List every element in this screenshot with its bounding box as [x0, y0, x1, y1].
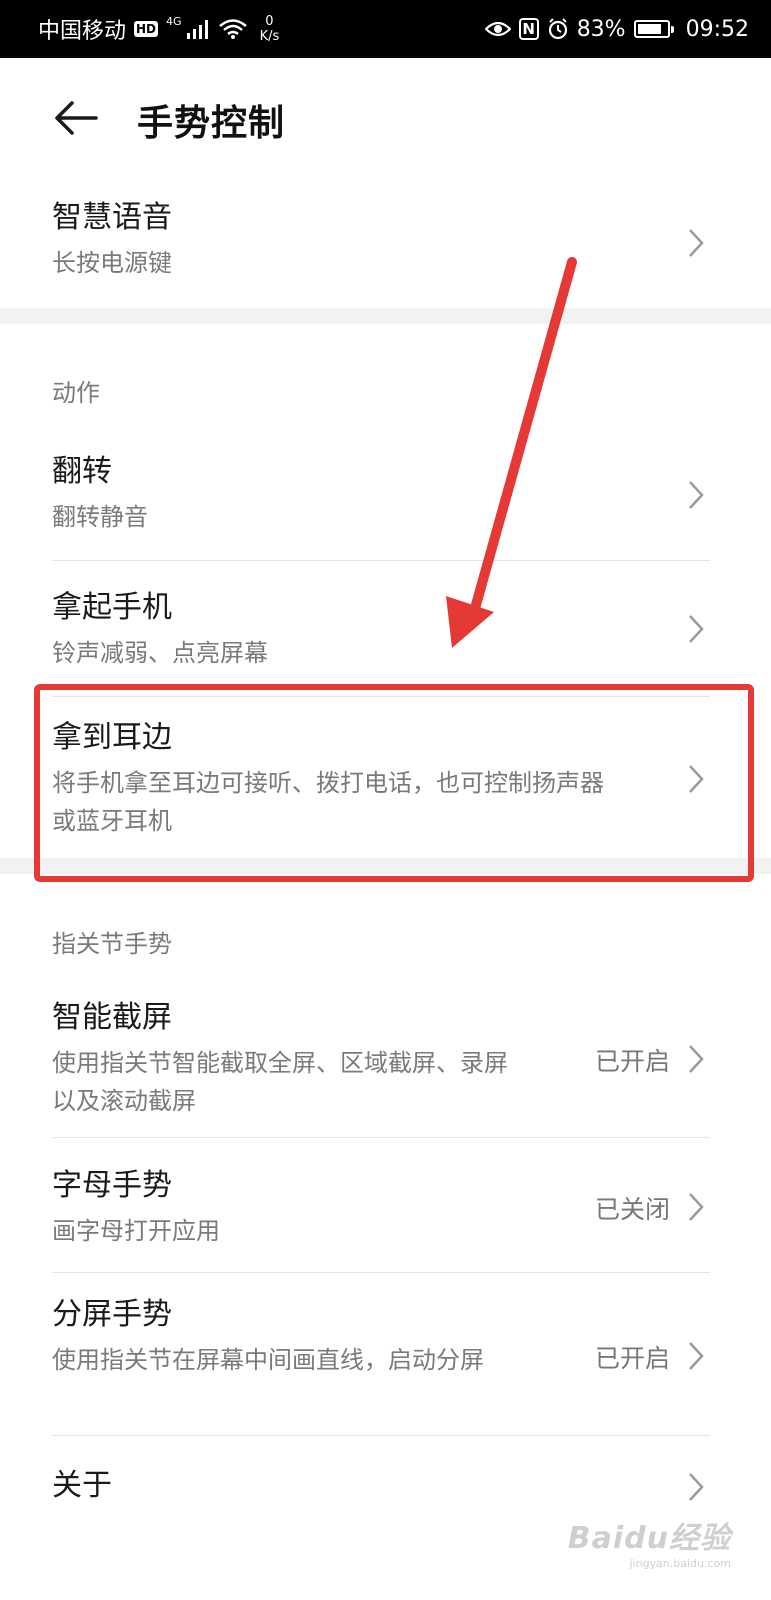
watermark-logo: Baidu经验 jingyan.baidu.com	[568, 1513, 731, 1570]
watermark-brand: Baidu经验	[567, 1521, 731, 1556]
pointer-arrow-icon	[446, 257, 577, 648]
watermark-site: jingyan.baidu.com	[629, 1557, 731, 1570]
